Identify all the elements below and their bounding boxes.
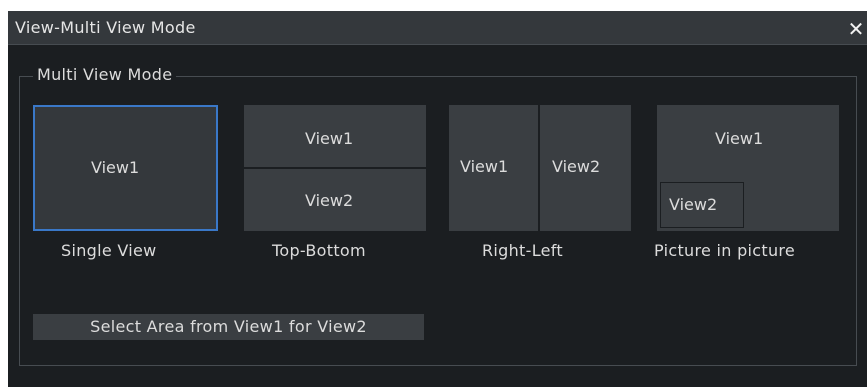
- right-left-view1-label: View1: [460, 157, 509, 176]
- right-left-view2-label: View2: [552, 157, 601, 176]
- group-label: Multi View Mode: [33, 65, 177, 84]
- title-bar: View-Multi View Mode ✕: [8, 11, 867, 45]
- select-area-button[interactable]: Select Area from View1 for View2: [33, 314, 424, 340]
- close-icon[interactable]: ✕: [845, 17, 867, 41]
- multi-view-mode-dialog: View-Multi View Mode ✕ Multi View Mode V…: [8, 11, 867, 387]
- picture-in-picture-option[interactable]: View1 View2: [657, 105, 839, 231]
- top-bottom-option[interactable]: View1 View2: [244, 105, 426, 231]
- pip-inset-window: View2: [660, 182, 744, 228]
- right-left-label: Right-Left: [482, 241, 564, 260]
- top-bottom-label: Top-Bottom: [272, 241, 366, 260]
- dialog-title: View-Multi View Mode: [15, 18, 196, 37]
- single-view-label: Single View: [61, 241, 157, 260]
- single-view-option[interactable]: View1: [33, 105, 218, 231]
- single-view1-label: View1: [91, 158, 140, 177]
- pip-view2-label: View2: [669, 195, 718, 214]
- top-bottom-divider: [244, 167, 426, 169]
- top-bottom-view2-label: View2: [305, 191, 354, 210]
- pip-view1-label: View1: [715, 129, 764, 148]
- picture-in-picture-label: Picture in picture: [654, 241, 796, 260]
- right-left-divider: [538, 105, 540, 231]
- top-bottom-view1-label: View1: [305, 129, 354, 148]
- right-left-option[interactable]: View1 View2: [449, 105, 631, 231]
